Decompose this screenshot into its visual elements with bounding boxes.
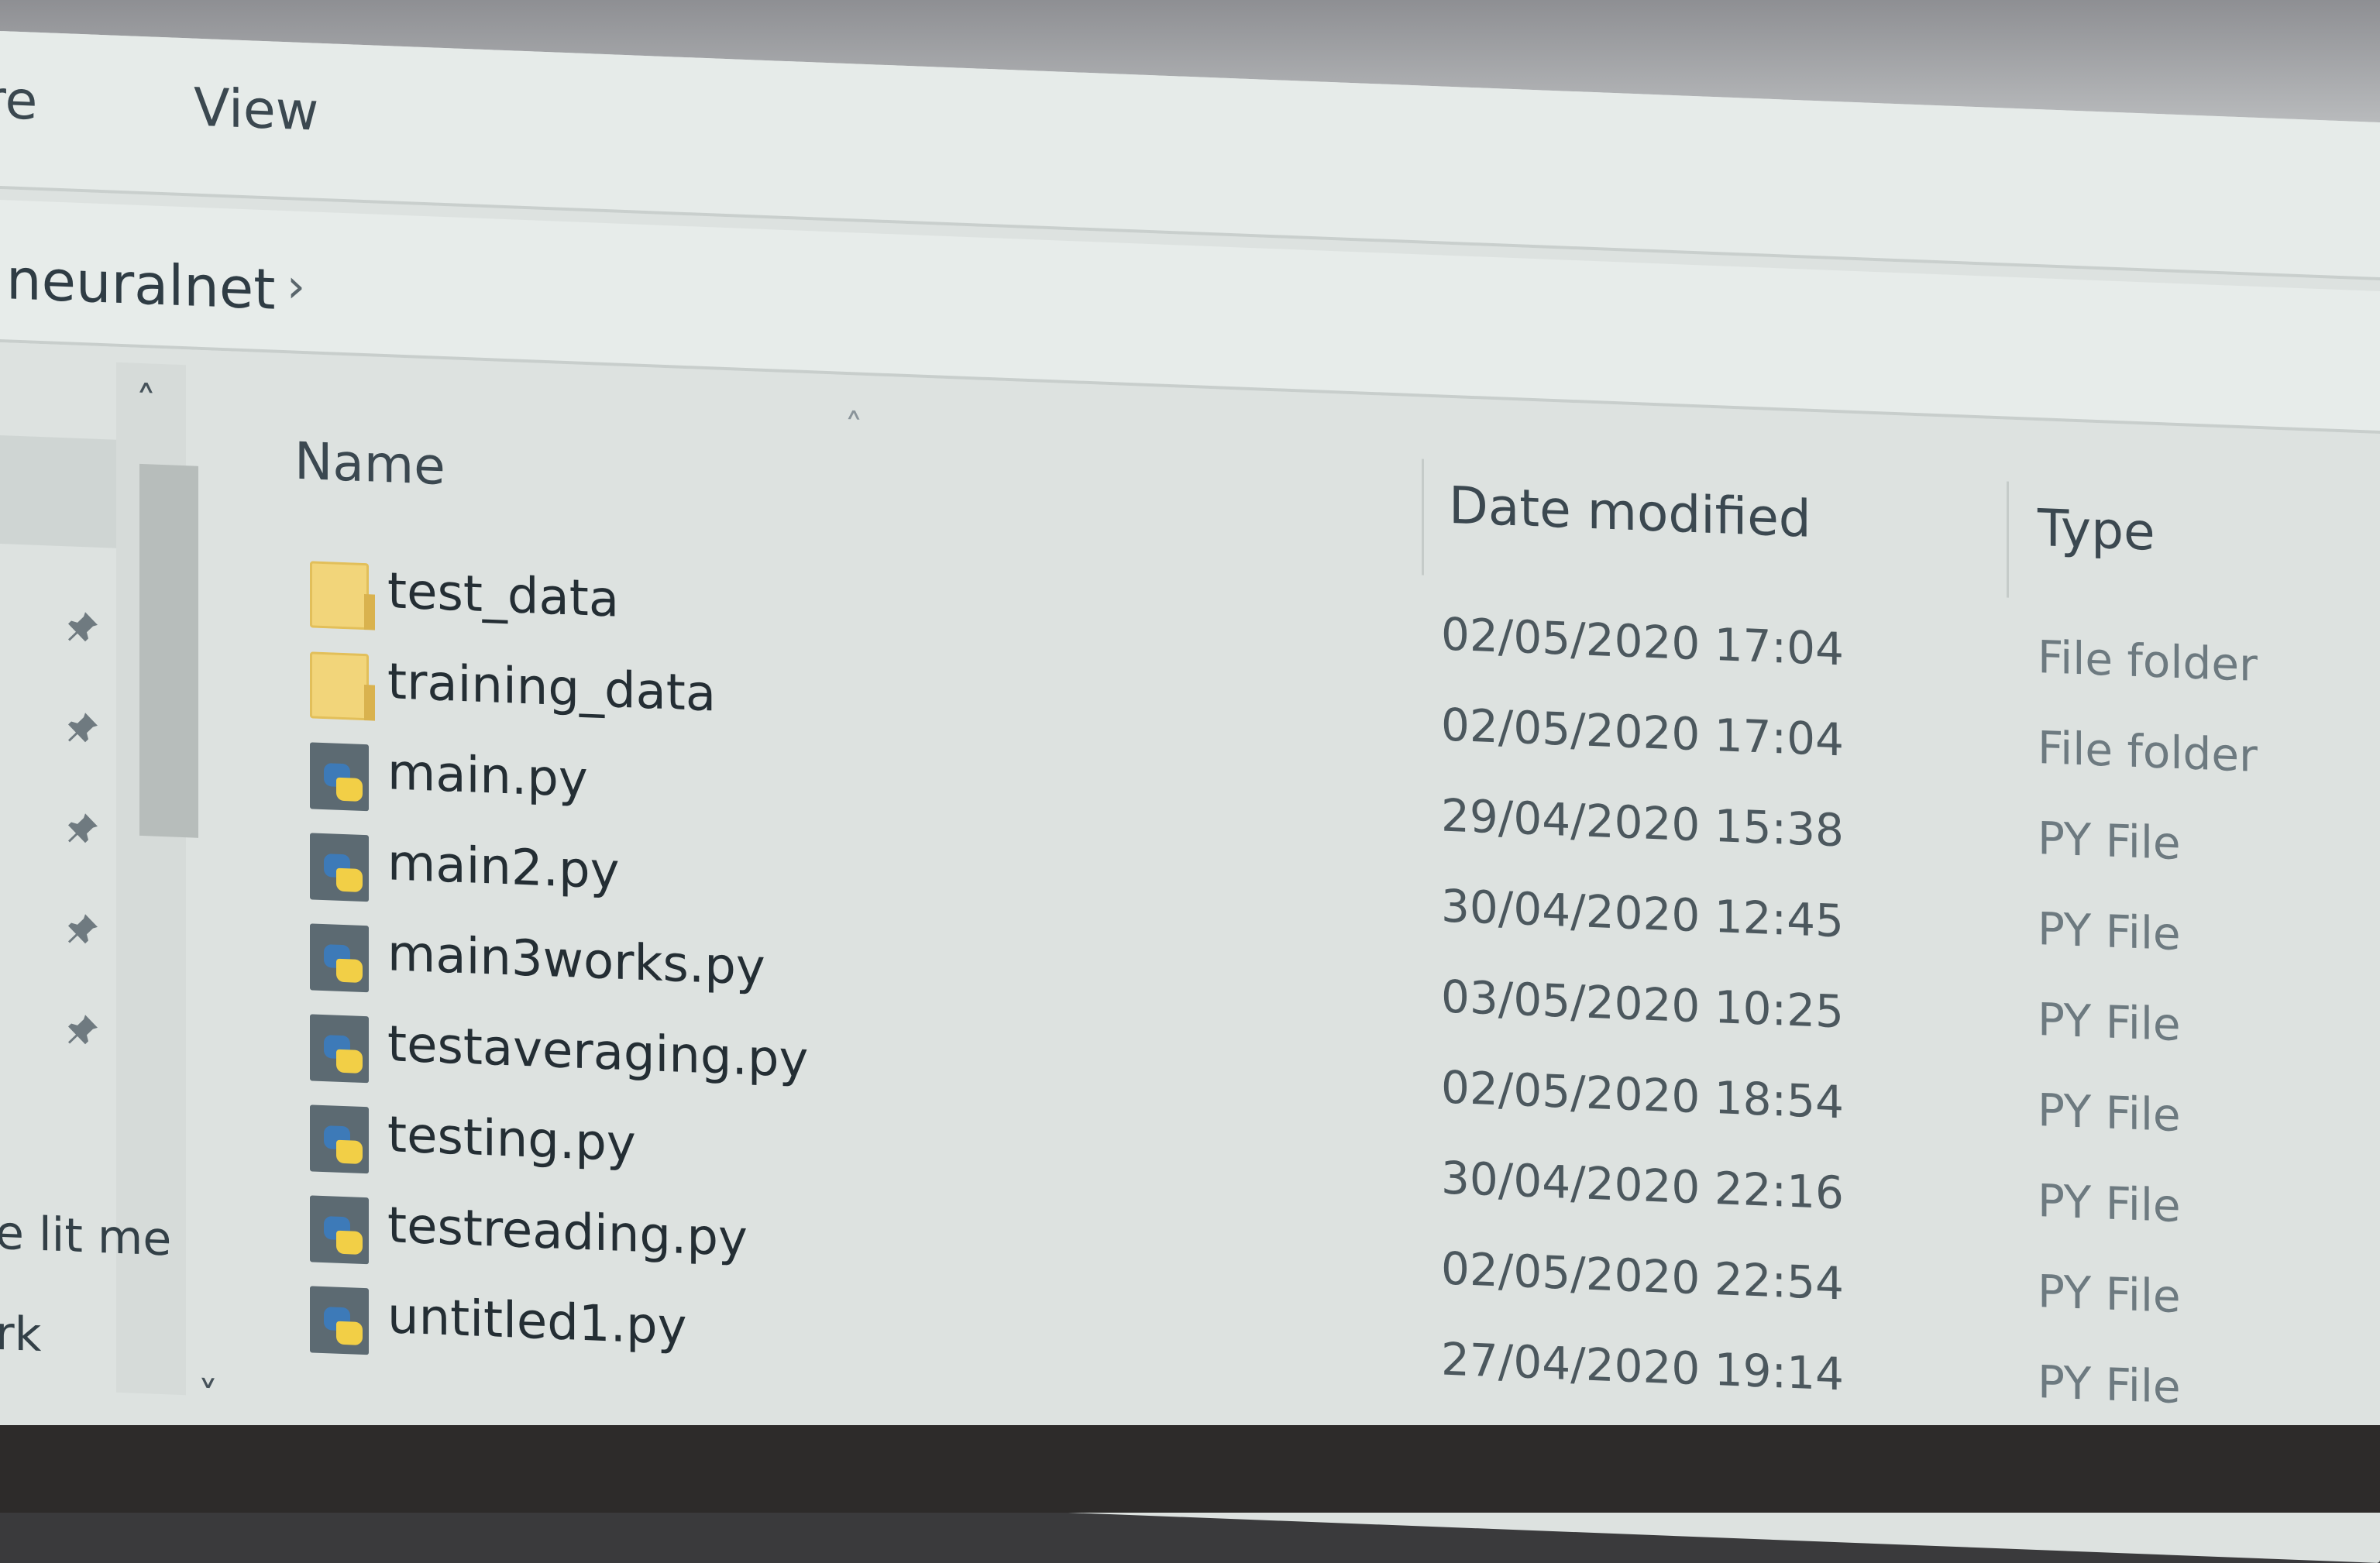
file-date-modified: 02/05/2020 17:04 bbox=[1441, 607, 1844, 676]
scroll-up-icon[interactable]: ˄ bbox=[136, 377, 156, 427]
file-date-modified: 02/05/2020 17:04 bbox=[1441, 698, 1844, 767]
nav-item-label[interactable]: e lit me bbox=[0, 1206, 171, 1267]
pin-icon bbox=[64, 709, 101, 757]
file-date-modified: 29/04/2020 15:38 bbox=[1441, 788, 1844, 857]
python-file-icon bbox=[310, 1286, 369, 1355]
file-type: File folder bbox=[2038, 630, 2258, 692]
file-type: PY File bbox=[2038, 902, 2181, 961]
folder-icon bbox=[310, 651, 369, 721]
file-date-modified: 30/04/2020 12:45 bbox=[1441, 879, 1844, 948]
file-name[interactable]: main2.py bbox=[387, 834, 619, 901]
python-file-icon bbox=[310, 1104, 369, 1174]
column-header-name[interactable]: Name bbox=[294, 431, 445, 496]
python-file-icon bbox=[310, 923, 369, 993]
file-type: PY File bbox=[2038, 1265, 2181, 1324]
file-name[interactable]: testaveraging.py bbox=[387, 1015, 808, 1089]
file-date-modified: 27/04/2020 19:14 bbox=[1441, 1332, 1844, 1401]
column-divider[interactable] bbox=[2007, 481, 2009, 598]
file-name[interactable]: test_data bbox=[387, 562, 619, 628]
nav-item-label[interactable]: rk bbox=[0, 1307, 41, 1362]
column-divider[interactable] bbox=[1422, 459, 1424, 575]
python-file-icon bbox=[310, 1195, 369, 1265]
file-type: PY File bbox=[2038, 1084, 2181, 1142]
pin-icon bbox=[64, 910, 101, 959]
file-name[interactable]: main3works.py bbox=[387, 925, 765, 997]
column-header-date-modified[interactable]: Date modified bbox=[1449, 476, 1811, 549]
pin-icon bbox=[64, 809, 101, 858]
file-type: PY File bbox=[2038, 812, 2181, 871]
file-type: PY File bbox=[2038, 993, 2181, 1052]
navigation-pane: ˄ ˅ e lit me rk bbox=[0, 342, 248, 1437]
folder-icon bbox=[310, 561, 369, 630]
file-date-modified: 30/04/2020 22:16 bbox=[1441, 1151, 1844, 1220]
file-name[interactable]: untitled1.py bbox=[387, 1287, 686, 1356]
file-date-modified: 02/05/2020 22:54 bbox=[1441, 1242, 1844, 1311]
file-date-modified: 03/05/2020 10:25 bbox=[1441, 970, 1844, 1039]
file-type: PY File bbox=[2038, 1355, 2181, 1414]
file-name[interactable]: testing.py bbox=[387, 1106, 636, 1173]
file-type: PY File bbox=[2038, 1174, 2181, 1233]
file-list: ˄ Name Date modified Type test_data 02/0… bbox=[256, 352, 2380, 1518]
pin-icon bbox=[64, 1011, 101, 1060]
monitor-bottom-background bbox=[0, 1425, 2380, 1513]
file-date-modified: 02/05/2020 18:54 bbox=[1441, 1060, 1844, 1129]
tab-view[interactable]: View bbox=[194, 77, 318, 143]
file-name[interactable]: testreading.py bbox=[387, 1197, 748, 1268]
file-explorer-window: re View neuralnet › ˄ ˅ e lit me rk ˄ Na… bbox=[0, 31, 2380, 1563]
breadcrumb-neuralnet[interactable]: neuralnet bbox=[6, 246, 275, 321]
nav-scrollbar-thumb[interactable] bbox=[139, 463, 198, 838]
file-type: File folder bbox=[2038, 721, 2258, 782]
scroll-down-icon[interactable]: ˅ bbox=[198, 1372, 218, 1422]
chevron-right-icon[interactable]: › bbox=[287, 259, 305, 314]
file-name[interactable]: training_data bbox=[387, 653, 716, 723]
tab-share[interactable]: re bbox=[0, 69, 37, 132]
nav-item-selected[interactable] bbox=[0, 435, 116, 548]
python-file-icon bbox=[310, 833, 369, 902]
column-header-type[interactable]: Type bbox=[2038, 498, 2155, 562]
python-file-icon bbox=[310, 1014, 369, 1084]
sort-ascending-icon: ˄ bbox=[844, 405, 863, 450]
file-name[interactable]: main.py bbox=[387, 744, 588, 809]
python-file-icon bbox=[310, 742, 369, 812]
pin-icon bbox=[64, 608, 101, 657]
